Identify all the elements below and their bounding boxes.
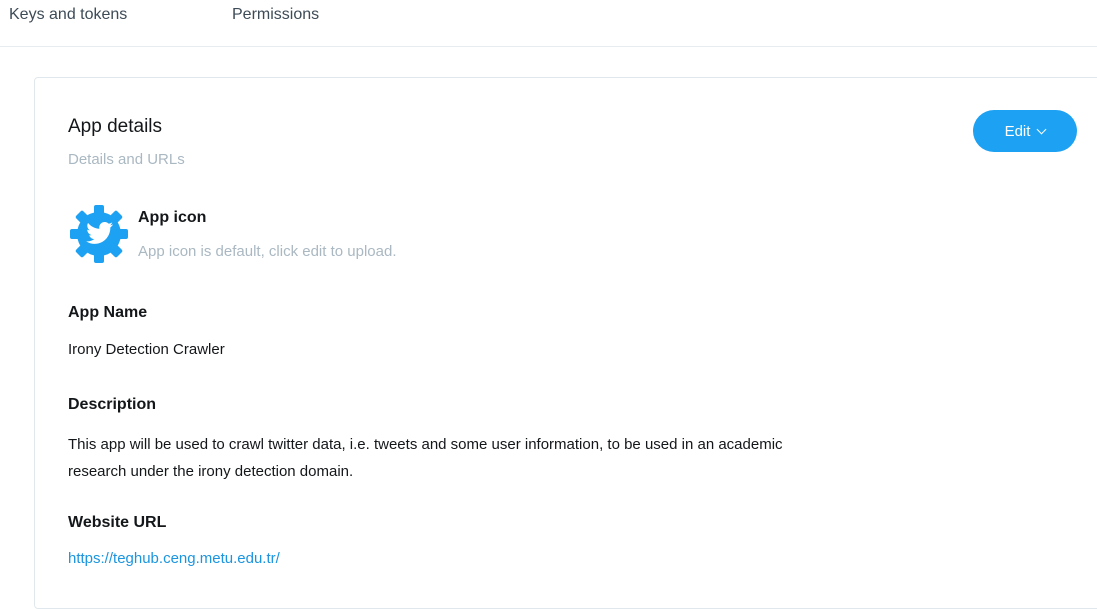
tab-keys-and-tokens[interactable]: Keys and tokens xyxy=(9,6,127,24)
app-name-value: Irony Detection Crawler xyxy=(68,341,225,358)
description-label: Description xyxy=(68,396,157,413)
app-details-card: App details Details and URLs Edit App ic… xyxy=(34,77,1097,609)
card-title: App details xyxy=(68,116,163,137)
website-url-link[interactable]: https://teghub.ceng.metu.edu.tr/ xyxy=(68,550,280,567)
tab-permissions[interactable]: Permissions xyxy=(232,6,319,24)
description-value: This app will be used to crawl twitter d… xyxy=(68,436,783,480)
website-url-label: Website URL xyxy=(68,514,167,531)
chevron-down-icon xyxy=(1036,124,1047,134)
twitter-gear-icon xyxy=(70,205,128,263)
app-icon-hint: App icon is default, click edit to uploa… xyxy=(138,243,397,260)
card-subtitle: Details and URLs xyxy=(68,151,185,168)
app-name-label: App Name xyxy=(68,304,148,321)
edit-button[interactable]: Edit xyxy=(973,110,1077,152)
edit-button-label: Edit xyxy=(1004,122,1031,140)
app-icon-label: App icon xyxy=(138,209,207,226)
tab-bar: Keys and tokens Permissions xyxy=(0,0,1097,47)
